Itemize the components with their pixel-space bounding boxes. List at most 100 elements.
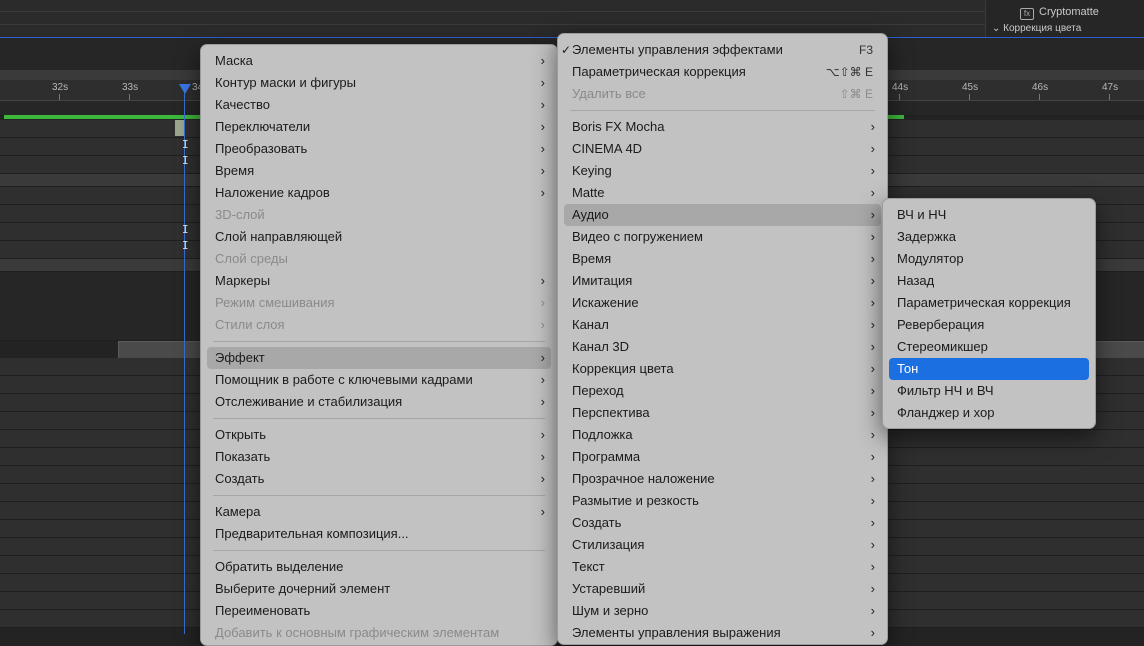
menu-item-audio-effect[interactable]: Задержка — [889, 226, 1089, 248]
menu-item-label: Камера — [215, 504, 261, 519]
project-folder-color-correction[interactable]: ⌄ Коррекция цвета — [992, 23, 1081, 34]
menu-item-category[interactable]: Keying › — [564, 160, 881, 182]
menu-item-transform[interactable]: Преобразовать › — [207, 138, 551, 160]
menu-item-quality[interactable]: Качество › — [207, 94, 551, 116]
menu-item-category[interactable]: Элементы управления выражения › — [564, 622, 881, 644]
menu-item-category[interactable]: Текст › — [564, 556, 881, 578]
menu-item-markers[interactable]: Маркеры › — [207, 270, 551, 292]
menu-item-label: Добавить к основным графическим элемента… — [215, 625, 500, 640]
menu-item-label: CINEMA 4D — [572, 141, 643, 156]
menu-item-label: Слой направляющей — [215, 229, 343, 244]
menu-item-audio-effect-tone[interactable]: Тон — [889, 358, 1089, 380]
menu-item-frame-blending[interactable]: Наложение кадров › — [207, 182, 551, 204]
playhead-handle[interactable] — [179, 84, 191, 94]
menu-item-category[interactable]: Прозрачное наложение › — [564, 468, 881, 490]
chevron-right-icon: › — [870, 207, 875, 222]
menu-item-category[interactable]: Искажение › — [564, 292, 881, 314]
menu-item-rename[interactable]: Переименовать — [207, 600, 551, 622]
menu-item-category[interactable]: CINEMA 4D › — [564, 138, 881, 160]
chevron-right-icon: › — [870, 361, 875, 376]
chevron-right-icon: › — [540, 471, 545, 486]
menu-item-category[interactable]: Создать › — [564, 512, 881, 534]
project-item-cryptomatte[interactable]: fx Cryptomatte — [1020, 6, 1099, 20]
menu-item-audio-effect[interactable]: ВЧ и НЧ — [889, 204, 1089, 226]
menu-item-category[interactable]: Перспектива › — [564, 402, 881, 424]
menu-item-label: Стереомикшер — [897, 339, 988, 354]
menu-item-label: Слой среды — [215, 251, 288, 266]
menu-item-category[interactable]: Устаревший › — [564, 578, 881, 600]
keyframe-marker[interactable]: I — [182, 138, 189, 151]
menu-item-audio-effect[interactable]: Модулятор — [889, 248, 1089, 270]
menu-item-label: Перспектива — [572, 405, 650, 420]
chevron-right-icon: › — [540, 317, 545, 332]
menu-item-label: Стили слоя — [215, 317, 285, 332]
tick-label: 33s — [122, 82, 139, 93]
menu-item-create[interactable]: Создать › — [207, 468, 551, 490]
menu-item-keyframe-assistant[interactable]: Помощник в работе с ключевыми кадрами › — [207, 369, 551, 391]
menu-item-audio-effect[interactable]: Стереомикшер — [889, 336, 1089, 358]
effect-icon: fx — [1020, 8, 1034, 20]
menu-item-camera[interactable]: Камера › — [207, 501, 551, 523]
menu-item-category[interactable]: Видео с погружением › — [564, 226, 881, 248]
menu-item-pre-compose[interactable]: Предварительная композиция... — [207, 523, 551, 545]
menu-item-label: Режим смешивания — [215, 295, 335, 310]
menu-item-audio-effect[interactable]: Назад — [889, 270, 1089, 292]
menu-item-label: Создать — [572, 515, 622, 530]
menu-item-time[interactable]: Время › — [207, 160, 551, 182]
menu-item-3d-layer: 3D-слой — [207, 204, 551, 226]
menu-item-layer-styles: Стили слоя › — [207, 314, 551, 336]
menu-item-category[interactable]: Шум и зерно › — [564, 600, 881, 622]
menu-item-category[interactable]: Matte › — [564, 182, 881, 204]
menu-item-switches[interactable]: Переключатели › — [207, 116, 551, 138]
menu-item-label: Открыть — [215, 427, 267, 442]
menu-item-open[interactable]: Открыть › — [207, 424, 551, 446]
menu-item-label: Помощник в работе с ключевыми кадрами — [215, 372, 473, 387]
audio-submenu: ВЧ и НЧ Задержка Модулятор Назад Парамет… — [882, 198, 1096, 429]
menu-item-mask-and-shape-path[interactable]: Контур маски и фигуры › — [207, 72, 551, 94]
menu-item-parametric-eq[interactable]: Параметрическая коррекция ⌥⇧⌘ E — [564, 61, 881, 83]
menu-item-category[interactable]: Boris FX Mocha › — [564, 116, 881, 138]
menu-item-effect[interactable]: Эффект › — [207, 347, 551, 369]
menu-item-guide-layer[interactable]: Слой направляющей — [207, 226, 551, 248]
tick-mark — [1039, 94, 1040, 100]
tick-mark — [969, 94, 970, 100]
menu-item-category[interactable]: Переход › — [564, 380, 881, 402]
menu-item-category[interactable]: Стилизация › — [564, 534, 881, 556]
keyframe-marker[interactable]: I — [182, 239, 189, 252]
menu-item-invert-selection[interactable]: Обратить выделение — [207, 556, 551, 578]
menu-item-label: Стилизация — [572, 537, 645, 552]
menu-item-mask[interactable]: Маска › — [207, 50, 551, 72]
menu-item-select-children[interactable]: Выберите дочерний элемент — [207, 578, 551, 600]
menu-item-category[interactable]: Программа › — [564, 446, 881, 468]
menu-item-category[interactable]: Канал 3D › — [564, 336, 881, 358]
menu-item-label: Boris FX Mocha — [572, 119, 665, 134]
menu-item-label: Эффект — [215, 350, 265, 365]
project-panel: fx Cryptomatte ⌄ Коррекция цвета — [985, 0, 1144, 37]
menu-item-reveal[interactable]: Показать › — [207, 446, 551, 468]
menu-item-audio-effect[interactable]: Параметрическая коррекция — [889, 292, 1089, 314]
menu-item-label: Маркеры — [215, 273, 271, 288]
shortcut-label: ⌥⇧⌘ E — [825, 65, 873, 79]
menu-item-category[interactable]: Время › — [564, 248, 881, 270]
chevron-right-icon: › — [870, 405, 875, 420]
menu-item-audio-effect[interactable]: Реверберация — [889, 314, 1089, 336]
menu-item-audio-effect[interactable]: Фильтр НЧ и ВЧ — [889, 380, 1089, 402]
menu-item-category[interactable]: Коррекция цвета › — [564, 358, 881, 380]
chevron-right-icon: › — [540, 185, 545, 200]
keyframe-marker[interactable]: I — [182, 223, 189, 236]
menu-item-category[interactable]: Размытие и резкость › — [564, 490, 881, 512]
menu-item-effect-controls[interactable]: ✓ Элементы управления эффектами F3 — [561, 39, 881, 61]
menu-item-category-audio[interactable]: Аудио › — [564, 204, 881, 226]
menu-item-audio-effect[interactable]: Фланджер и хор — [889, 402, 1089, 424]
menu-item-category[interactable]: Имитация › — [564, 270, 881, 292]
chevron-right-icon: › — [540, 141, 545, 156]
chevron-right-icon: › — [540, 119, 545, 134]
chevron-right-icon: › — [870, 163, 875, 178]
menu-item-track-and-stabilize[interactable]: Отслеживание и стабилизация › — [207, 391, 551, 413]
keyframe-marker[interactable]: I — [182, 154, 189, 167]
project-folder-label: Коррекция цвета — [1003, 23, 1082, 34]
chevron-right-icon: › — [870, 449, 875, 464]
menu-item-category[interactable]: Канал › — [564, 314, 881, 336]
chevron-right-icon: › — [870, 427, 875, 442]
menu-item-category[interactable]: Подложка › — [564, 424, 881, 446]
